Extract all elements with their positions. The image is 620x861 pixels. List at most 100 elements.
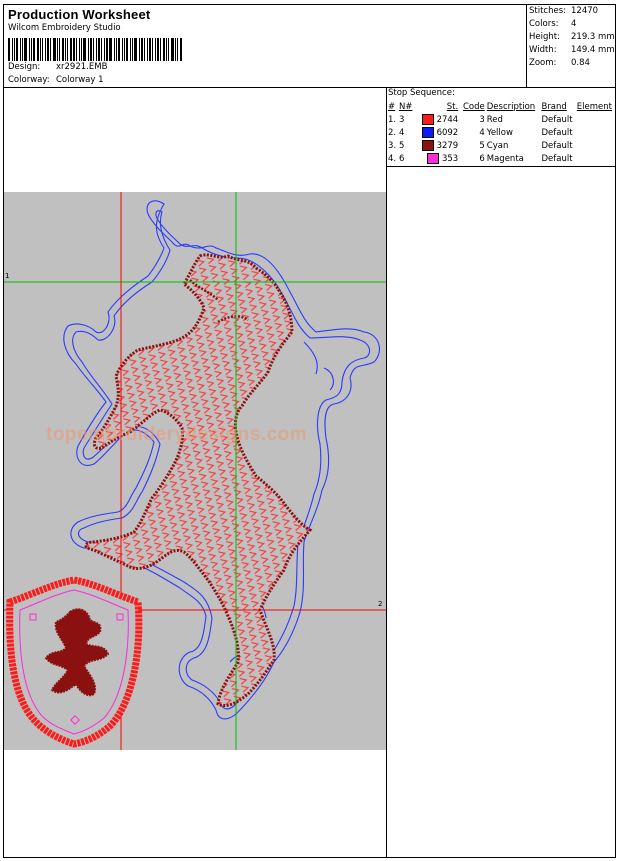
barcode-bar [81,38,82,61]
stop-row: 4. 6 353 6 Magenta Default [388,152,614,165]
barcode-bar [40,38,41,61]
stop-sequence-table: # N# St. Code Description Brand Element … [388,102,614,165]
barcode-bar [124,38,125,61]
marker-1: 1 [5,272,10,280]
barcode-bar [155,38,156,61]
stop-row: 3. 5 3279 5 Cyan Default [388,139,614,152]
barcode-bar [57,38,58,61]
color-swatch [421,140,434,151]
stop-brand: Default [541,140,573,151]
barcode-bar [141,38,143,61]
barcode-bar [180,38,182,61]
barcode-bar [114,38,115,61]
stop-stitches-cell: 3279 [421,139,460,152]
marker-2: 2 [378,600,383,608]
barcode-bar [132,38,133,61]
barcode-bar [168,38,169,61]
stop-element [577,152,614,165]
barcode-bar [166,38,167,61]
design-preview: 1 2 topembroiderydesigns.com [4,192,386,750]
barcode-bar [50,38,51,61]
barcode-bar [163,38,165,61]
stop-code: 6 [479,153,485,164]
barcode-bar [62,38,64,61]
stop-element [577,126,614,139]
design-canvas [4,192,386,750]
col-element: Element [576,102,612,112]
design-label: Design: [8,62,41,72]
barcode-bar [73,38,75,61]
barcode-bar [29,38,30,61]
barcode-bar [152,38,153,61]
header-info: Production Worksheet Wilcom Embroidery S… [4,5,526,87]
barcode-bar [14,38,15,61]
stop-table-rule [386,166,616,167]
stop-needle: 6 [398,153,405,164]
stop-needle: 5 [398,140,405,151]
barcode-bar [65,38,66,61]
col-stitches: St. [446,102,459,112]
stop-element [577,113,614,126]
colorway-label: Colorway: [8,75,50,85]
page-title: Production Worksheet [8,7,151,22]
barcode-bar [122,38,123,61]
barcode-bar [33,38,35,61]
barcode-bar [118,38,120,61]
barcode-bar [12,38,13,61]
barcode-bar [177,38,178,61]
barcode-bar [45,38,46,61]
col-brand: Brand [541,102,567,112]
stop-number: 3. [388,140,397,151]
barcode-bar [93,38,94,61]
barcode-bar [76,38,77,61]
color-swatch [421,114,434,125]
stop-number: 4. [388,153,397,164]
stop-code: 3 [479,114,485,125]
barcode-bar [83,38,86,61]
stop-number: 2. [388,127,397,138]
barcode-bar [16,38,18,61]
barcode-bar [79,38,80,61]
col-number: # [388,102,396,112]
barcode-bar [22,38,23,61]
barcode-bar [20,38,21,61]
design-filename: xr2921.EMB [56,62,108,72]
stop-description: Magenta [486,153,524,164]
barcode-bar [175,38,176,61]
barcode-bar [98,38,100,61]
color-swatch [427,153,440,164]
stop-code: 5 [479,140,485,151]
barcode-bar [144,38,145,61]
barcode-bar [160,38,161,61]
col-needle: N# [398,102,413,112]
barcode-bar [24,38,27,61]
barcode-bar [96,38,97,61]
stop-needle: 3 [398,114,405,125]
barcode-bar [130,38,131,61]
barcode-bar [106,38,108,61]
stop-description: Red [486,114,503,125]
stat-stitches: Stitches: 12470 [529,6,599,16]
stop-element [577,139,614,152]
col-description: Description [486,102,536,112]
barcode-bar [139,38,140,61]
barcode-bar [47,38,49,61]
barcode-bar [37,38,39,61]
colorway-row: Colorway: Colorway 1 [8,75,104,85]
header-divider [526,4,527,87]
barcode-bar [53,38,56,61]
barcode-bar [101,38,102,61]
barcode-bar [8,38,10,61]
barcode [8,38,183,61]
stop-needle: 4 [398,127,405,138]
stop-stitches-cell: 2744 [421,113,460,126]
barcode-bar [90,38,92,61]
stop-description: Cyan [486,140,509,151]
stop-number: 1. [388,114,397,125]
barcode-bar [59,38,60,61]
shield-emblem [6,576,143,748]
barcode-bar [171,38,174,61]
design-row: Design: xr2921.EMB [8,62,107,72]
stop-stitches-cell: 353 [422,152,460,165]
stop-row: 1. 3 2744 3 Red Default [388,113,614,126]
